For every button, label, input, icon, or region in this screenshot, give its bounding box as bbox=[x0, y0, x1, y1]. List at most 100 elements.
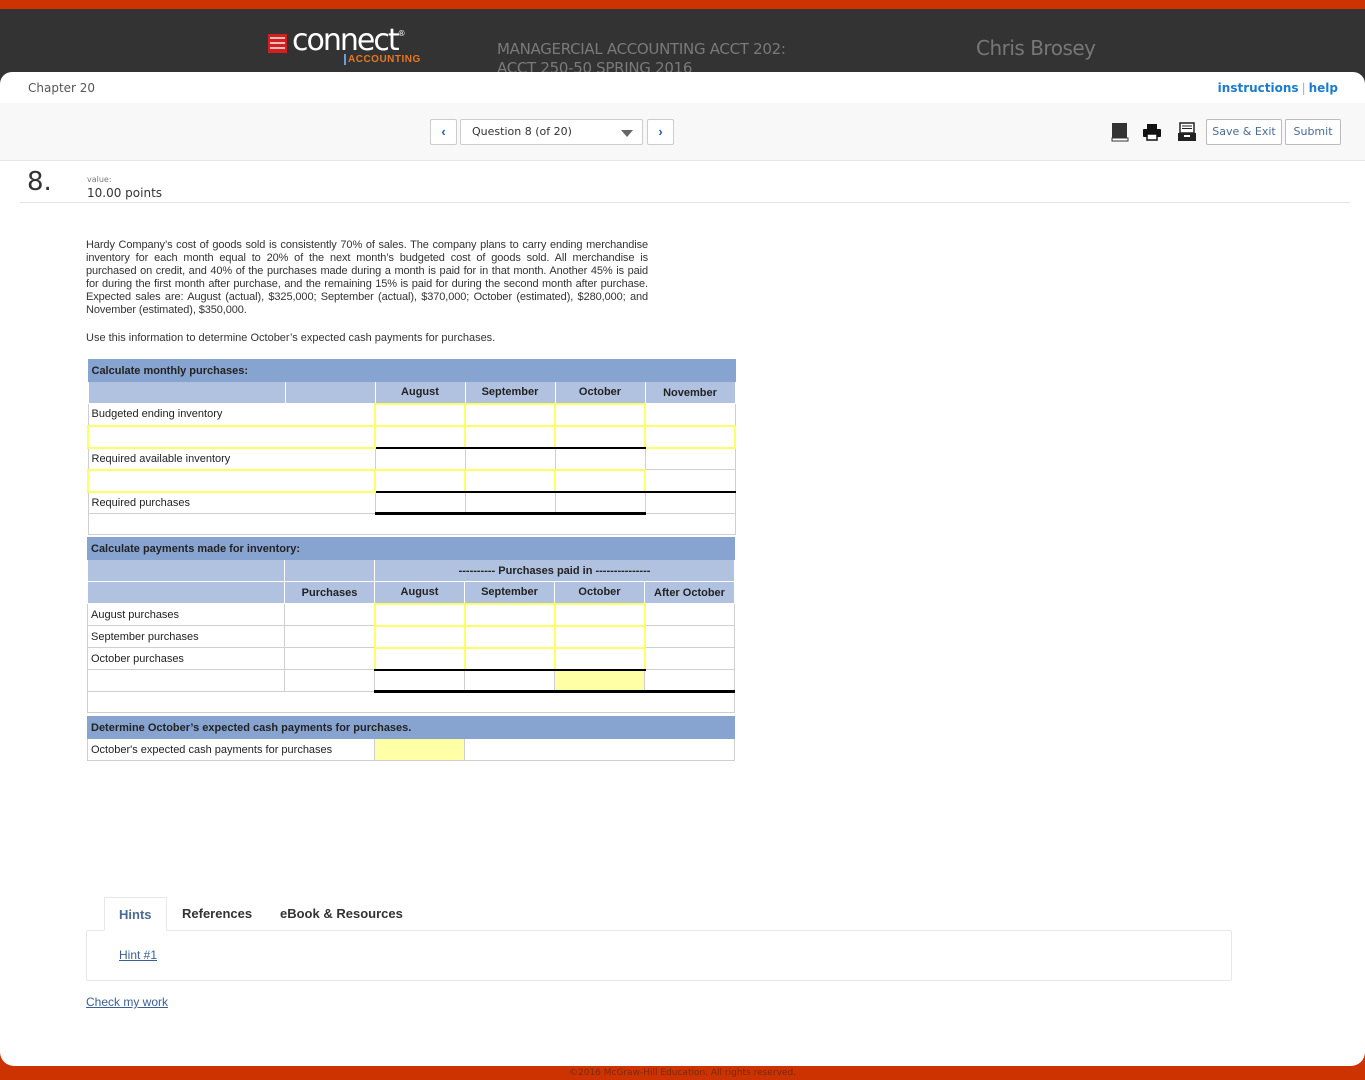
file-cabinet-icon[interactable] bbox=[1177, 122, 1197, 142]
cell bbox=[374, 491, 466, 515]
row-label-input[interactable] bbox=[87, 424, 376, 449]
input-cell[interactable] bbox=[553, 624, 646, 649]
save-exit-button[interactable]: Save & Exit bbox=[1206, 119, 1282, 145]
question-number: 8. bbox=[27, 167, 52, 197]
table-row: Required available inventory bbox=[87, 447, 736, 470]
problem-instruction: Use this information to determine Octobe… bbox=[86, 332, 496, 344]
column-header: August bbox=[374, 381, 466, 404]
cell bbox=[644, 491, 736, 514]
header-blank bbox=[87, 381, 286, 404]
problem-text: Hardy Company’s cost of goods sold is co… bbox=[86, 239, 648, 316]
print-icon[interactable] bbox=[1142, 122, 1162, 142]
instructions-link[interactable]: instructions bbox=[1218, 81, 1299, 95]
previous-question-button[interactable]: ‹ bbox=[430, 119, 457, 145]
spacer-row bbox=[87, 513, 736, 535]
input-cell[interactable] bbox=[373, 602, 466, 627]
october-cash-payments-table: Determine October’s expected cash paymen… bbox=[87, 716, 735, 761]
link-separator: | bbox=[1301, 81, 1306, 95]
input-cell[interactable] bbox=[463, 624, 556, 649]
table-row: Required purchases bbox=[87, 491, 736, 515]
table-row: Budgeted ending inventory bbox=[87, 402, 736, 427]
input-cell[interactable] bbox=[373, 646, 466, 671]
table-row: August purchases bbox=[87, 602, 735, 627]
column-header: November bbox=[644, 381, 736, 404]
input-cell[interactable] bbox=[373, 624, 466, 649]
column-header: August bbox=[374, 581, 465, 604]
tab-references[interactable]: References bbox=[168, 897, 266, 931]
question-points: 10.00 points bbox=[87, 186, 163, 200]
input-cell[interactable] bbox=[464, 468, 556, 493]
row-label-input[interactable] bbox=[87, 468, 376, 493]
cell bbox=[284, 603, 375, 626]
row-label: August purchases bbox=[87, 603, 285, 626]
row-label bbox=[87, 669, 285, 692]
input-cell[interactable] bbox=[374, 468, 466, 493]
input-cell[interactable] bbox=[554, 424, 646, 449]
cell bbox=[284, 625, 375, 648]
cell bbox=[644, 603, 735, 626]
input-cell[interactable] bbox=[464, 424, 556, 449]
header-blank bbox=[87, 559, 285, 582]
input-cell[interactable] bbox=[374, 402, 466, 427]
table-title: Determine October’s expected cash paymen… bbox=[87, 716, 735, 739]
cell bbox=[284, 647, 375, 670]
divider bbox=[20, 202, 1350, 203]
cell bbox=[644, 469, 736, 493]
submit-button[interactable]: Submit bbox=[1285, 119, 1341, 145]
value-label: value: bbox=[87, 175, 112, 184]
inventory-payments-table: Calculate payments made for inventory: -… bbox=[87, 537, 735, 713]
cell bbox=[374, 447, 466, 470]
main-panel: Chapter 20 instructions | help ‹ Question … bbox=[0, 72, 1365, 1066]
cell bbox=[374, 669, 465, 693]
input-cell[interactable] bbox=[553, 646, 646, 671]
question-select[interactable]: Question 8 (of 20) bbox=[460, 119, 643, 145]
column-header: September bbox=[464, 581, 555, 604]
input-cell[interactable] bbox=[553, 602, 646, 627]
logo-word: connect bbox=[292, 23, 400, 58]
cell bbox=[464, 669, 555, 693]
question-toolbar: ‹ Question 8 (of 20) › Save & Exit Submi… bbox=[0, 103, 1365, 161]
row-label: October's expected cash payments for pur… bbox=[87, 738, 375, 761]
input-cell[interactable] bbox=[554, 402, 646, 427]
chapter-label: Chapter 20 bbox=[28, 81, 96, 95]
table-row bbox=[87, 468, 736, 493]
cell bbox=[644, 447, 736, 470]
table-row bbox=[87, 669, 735, 693]
table-row bbox=[87, 424, 736, 449]
tab-ebook-resources[interactable]: eBook & Resources bbox=[266, 897, 417, 931]
check-my-work-link[interactable]: Check my work bbox=[86, 995, 168, 1009]
input-cell[interactable] bbox=[463, 646, 556, 671]
input-cell[interactable] bbox=[464, 402, 556, 427]
table-title: Calculate payments made for inventory: bbox=[87, 537, 735, 560]
row-label: October purchases bbox=[87, 647, 285, 670]
next-question-button[interactable]: › bbox=[647, 119, 674, 145]
table-row: October purchases bbox=[87, 646, 735, 671]
question-select-value: Question 8 (of 20) bbox=[472, 125, 572, 138]
logo-subtitle: ACCOUNTING bbox=[344, 54, 421, 65]
input-cell[interactable] bbox=[554, 468, 646, 493]
header-blank bbox=[284, 559, 375, 582]
help-links: instructions | help bbox=[1218, 81, 1338, 95]
input-cell[interactable] bbox=[644, 424, 736, 449]
header-blank bbox=[284, 381, 376, 404]
cell bbox=[644, 403, 736, 426]
table-row: October's expected cash payments for pur… bbox=[87, 738, 735, 761]
column-header: After October bbox=[644, 581, 735, 604]
hint-link[interactable]: Hint #1 bbox=[119, 948, 157, 962]
row-label: Required purchases bbox=[87, 491, 376, 514]
ebook-icon[interactable] bbox=[1110, 122, 1130, 142]
column-header: September bbox=[464, 381, 556, 404]
input-cell[interactable] bbox=[374, 424, 466, 449]
dropdown-caret-icon bbox=[621, 130, 633, 137]
total-input-cell[interactable] bbox=[554, 669, 645, 693]
cell bbox=[554, 447, 646, 470]
column-header: October bbox=[554, 581, 645, 604]
cell bbox=[464, 738, 735, 761]
answer-input-cell[interactable] bbox=[374, 738, 465, 761]
row-label: September purchases bbox=[87, 625, 285, 648]
help-link[interactable]: help bbox=[1309, 81, 1338, 95]
input-cell[interactable] bbox=[463, 602, 556, 627]
tab-hints[interactable]: Hints bbox=[104, 897, 167, 931]
cell bbox=[644, 625, 735, 648]
table-row: September purchases bbox=[87, 624, 735, 649]
